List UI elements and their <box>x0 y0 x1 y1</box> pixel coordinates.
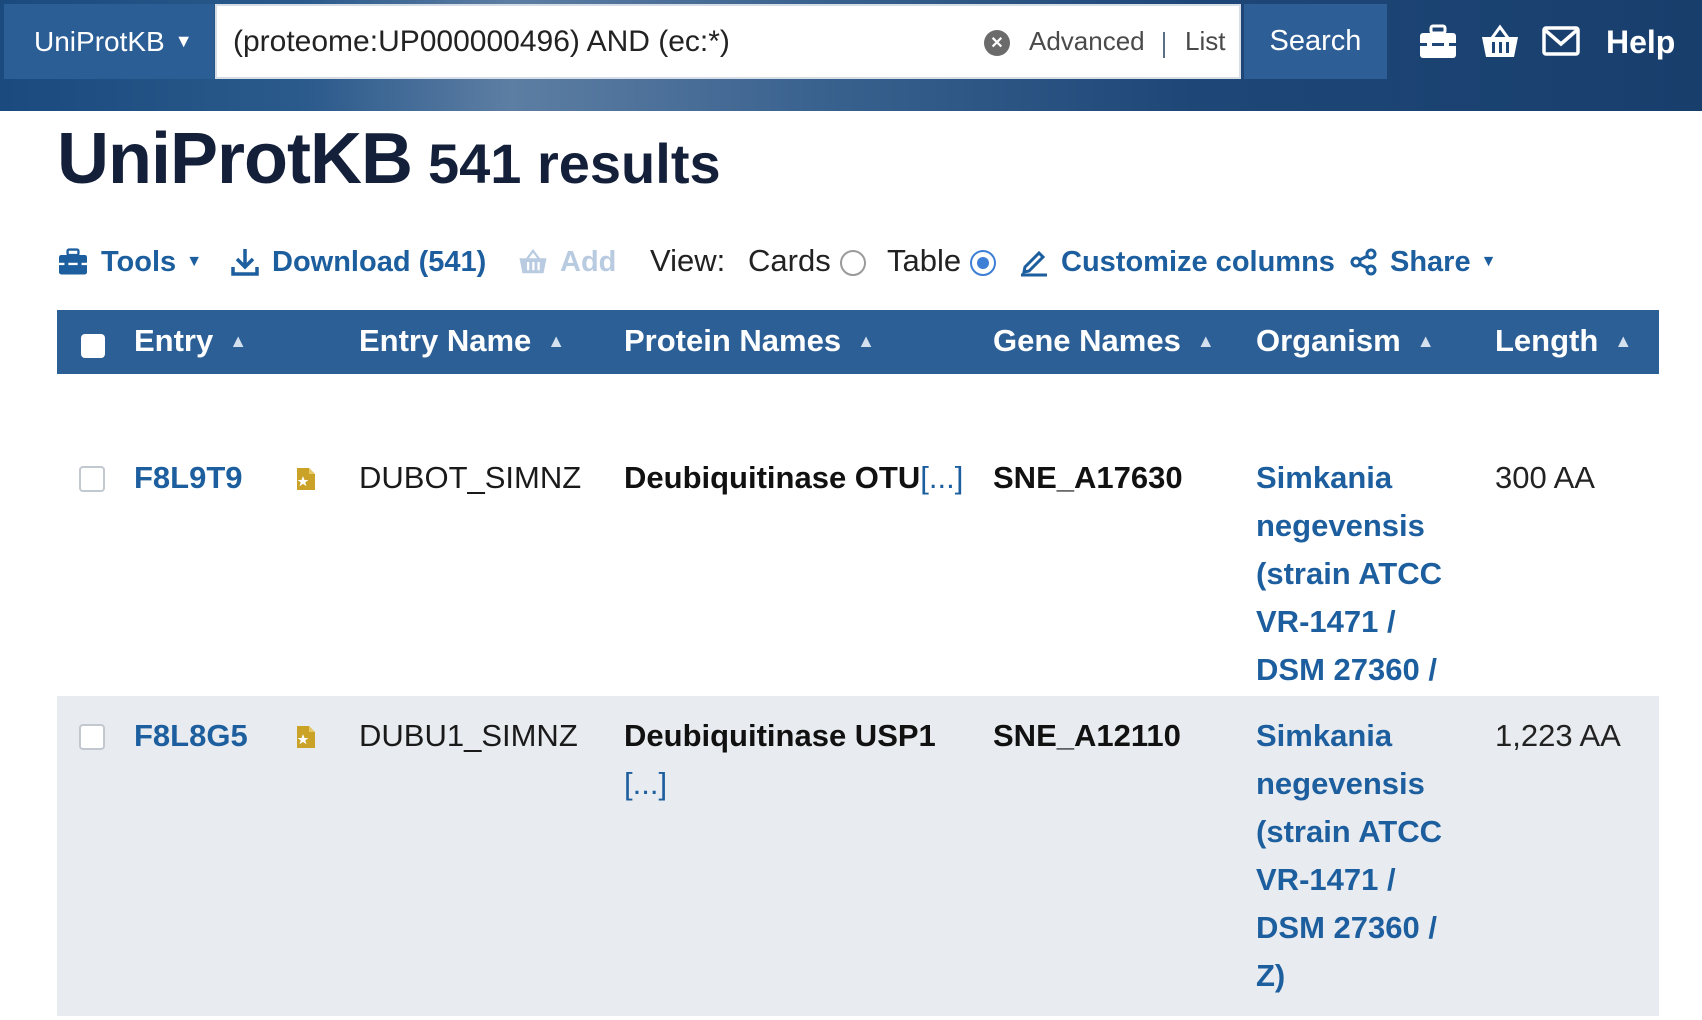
column-header-label: Length <box>1495 323 1599 358</box>
expand-protein-names-link[interactable]: [...] <box>624 766 667 801</box>
results-table: Entry ▲ Entry Name ▲ Protein Names ▲ Gen… <box>57 310 1659 1016</box>
search-button[interactable]: Search <box>1244 4 1387 79</box>
share-label: Share <box>1390 245 1471 278</box>
cards-view-label: Cards <box>748 243 831 278</box>
list-search-link[interactable]: List <box>1185 26 1225 57</box>
clear-icon[interactable]: ✕ <box>984 30 1010 56</box>
download-icon <box>231 249 259 276</box>
download-button[interactable]: Download (541) <box>230 242 486 282</box>
customize-columns-label: Customize columns <box>1061 245 1335 278</box>
top-header: UniProtKB ▼ ✕ Advanced List Search <box>0 0 1702 111</box>
sort-asc-icon: ▲ <box>857 330 875 351</box>
table-header: Entry ▲ Entry Name ▲ Protein Names ▲ Gen… <box>57 310 1659 374</box>
table-row: F8L9T9 DUBOT_SIMNZ Deubiquitinase OTU[..… <box>57 374 1659 735</box>
sort-asc-icon: ▲ <box>1416 330 1435 351</box>
sequence-length: 1,223 AA <box>1495 718 1621 753</box>
entry-name: DUBU1_SIMNZ <box>359 718 578 753</box>
basket-icon[interactable] <box>1480 24 1522 60</box>
toolbox-icon <box>59 248 87 275</box>
advanced-search-link[interactable]: Advanced <box>1029 26 1145 57</box>
share-menu-button[interactable]: Share ▼ <box>1350 242 1496 282</box>
search-input[interactable] <box>217 6 977 77</box>
search-divider <box>1163 32 1165 58</box>
column-header-protein-names[interactable]: Protein Names ▲ <box>624 323 875 359</box>
result-count: 541 results <box>427 132 721 195</box>
column-header-label: Entry <box>134 323 214 358</box>
database-select-label: UniProtKB <box>34 25 165 57</box>
sort-asc-icon: ▲ <box>1614 330 1633 351</box>
protein-name: Deubiquitinase USP1 <box>624 718 936 753</box>
table-view-label: Table <box>887 243 962 278</box>
search-box: ✕ Advanced List <box>215 4 1241 79</box>
column-header-entry-name[interactable]: Entry Name ▲ <box>359 323 565 359</box>
column-header-label: Organism <box>1256 323 1401 358</box>
add-to-basket-button[interactable]: Add <box>518 242 616 282</box>
view-label: View: <box>650 243 726 278</box>
protein-name: Deubiquitinase OTU <box>624 460 921 495</box>
caret-down-icon: ▼ <box>1480 253 1497 270</box>
column-header-length[interactable]: Length ▲ <box>1495 323 1632 359</box>
page-title-row: UniProtKB 541 results <box>57 118 721 200</box>
entry-name: DUBOT_SIMNZ <box>359 460 582 495</box>
sort-asc-icon: ▲ <box>547 330 566 351</box>
table-row: F8L8G5 DUBU1_SIMNZ Deubiquitinase USP1 [… <box>57 696 1659 1016</box>
help-link[interactable]: Help <box>1606 24 1675 61</box>
pencil-icon <box>1021 250 1047 277</box>
gene-name: SNE_A12110 <box>993 718 1181 753</box>
organism-link[interactable]: Simkania negevensis (strain ATCC VR-1471… <box>1256 712 1456 1000</box>
reviewed-icon <box>297 726 315 748</box>
download-label: Download (541) <box>272 245 487 278</box>
tools-label: Tools <box>101 245 177 278</box>
column-header-label: Gene Names <box>993 323 1181 358</box>
row-checkbox[interactable] <box>79 724 105 750</box>
cards-view-radio[interactable] <box>840 250 866 276</box>
column-header-organism[interactable]: Organism ▲ <box>1256 323 1435 359</box>
column-header-label: Protein Names <box>624 323 842 358</box>
table-view-radio[interactable] <box>970 250 996 276</box>
sequence-length: 300 AA <box>1495 460 1595 495</box>
gene-name: SNE_A17630 <box>993 460 1183 495</box>
page-title: UniProtKB <box>57 119 413 199</box>
entry-link[interactable]: F8L9T9 <box>134 460 243 495</box>
envelope-icon[interactable] <box>1542 24 1584 60</box>
toolbox-icon[interactable] <box>1418 24 1460 60</box>
basket-icon <box>519 248 547 274</box>
protein-name-cell: Deubiquitinase OTU[...] <box>624 454 974 502</box>
share-icon <box>1350 248 1377 276</box>
expand-protein-names-link[interactable]: [...] <box>920 460 963 495</box>
sort-asc-icon: ▲ <box>229 330 248 351</box>
select-all-checkbox[interactable] <box>81 334 105 358</box>
caret-down-icon: ▼ <box>174 31 193 51</box>
reviewed-icon <box>297 468 315 490</box>
add-label: Add <box>560 245 617 278</box>
caret-down-icon: ▼ <box>186 253 203 270</box>
database-select[interactable]: UniProtKB ▼ <box>4 4 214 79</box>
sort-asc-icon: ▲ <box>1196 330 1215 351</box>
entry-link[interactable]: F8L8G5 <box>134 718 248 753</box>
column-header-entry[interactable]: Entry ▲ <box>134 323 247 359</box>
row-checkbox[interactable] <box>79 466 105 492</box>
column-header-label: Entry Name <box>359 323 532 358</box>
tools-menu-button[interactable]: Tools ▼ <box>57 242 202 282</box>
protein-name-cell: Deubiquitinase USP1 [...] <box>624 712 954 808</box>
column-header-gene-names[interactable]: Gene Names ▲ <box>993 323 1215 359</box>
customize-columns-button[interactable]: Customize columns <box>1019 242 1335 282</box>
